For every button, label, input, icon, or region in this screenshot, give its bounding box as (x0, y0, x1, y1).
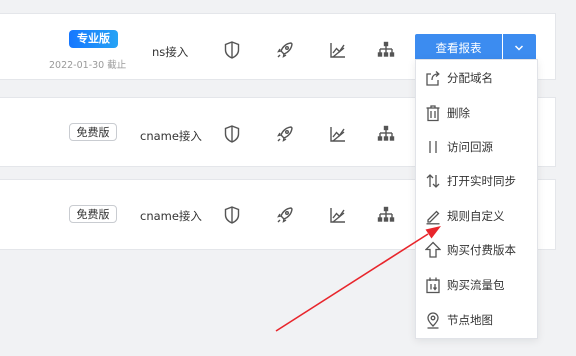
rocket-icon[interactable] (275, 40, 295, 60)
line-chart-icon[interactable] (328, 205, 348, 225)
menu-item-buy-traffic-package[interactable]: 购买流量包 (416, 268, 537, 302)
rocket-icon[interactable] (275, 124, 295, 144)
package-icon (425, 276, 441, 294)
more-actions-dropdown-toggle[interactable] (503, 34, 536, 62)
view-report-button[interactable]: 查看报表 (415, 34, 502, 62)
expire-date: 2022-01-30 截止 (49, 60, 127, 71)
menu-item-origin-access[interactable]: 访问回源 (416, 130, 537, 164)
edition-badge-pro: 专业版 (69, 30, 118, 48)
upgrade-arrow-icon (425, 241, 441, 259)
shield-icon[interactable] (222, 40, 242, 60)
sitemap-icon[interactable] (376, 205, 396, 225)
rocket-icon[interactable] (275, 205, 295, 225)
pause-icon (425, 138, 441, 156)
menu-item-custom-rules[interactable]: 规则自定义 (416, 199, 537, 233)
line-chart-icon[interactable] (328, 40, 348, 60)
sitemap-icon[interactable] (376, 40, 396, 60)
line-chart-icon[interactable] (328, 124, 348, 144)
sitemap-icon[interactable] (376, 124, 396, 144)
chevron-down-icon (514, 45, 524, 51)
menu-item-realtime-sync[interactable]: 打开实时同步 (416, 164, 537, 198)
menu-item-buy-paid-plan[interactable]: 购买付费版本 (416, 233, 537, 267)
menu-item-delete[interactable]: 删除 (416, 96, 537, 130)
sync-arrows-icon (425, 172, 441, 190)
menu-item-assign-domain[interactable]: 分配域名 (416, 61, 537, 95)
shield-icon[interactable] (222, 205, 242, 225)
shield-icon[interactable] (222, 124, 242, 144)
share-icon (425, 69, 441, 87)
trash-icon (425, 104, 441, 122)
access-type: cname接入 (140, 209, 202, 223)
access-type: cname接入 (140, 129, 202, 143)
access-type: ns接入 (152, 45, 189, 59)
menu-item-node-map[interactable]: 节点地图 (416, 303, 537, 337)
edition-badge-free: 免费版 (69, 205, 117, 223)
location-pin-icon (425, 311, 441, 329)
edition-badge-free: 免费版 (69, 123, 117, 141)
pencil-icon (425, 207, 441, 225)
more-actions-menu: 分配域名 删除 访问回源 打开实时同步 规则自定义 购买付费版本 购买流量包 节… (415, 59, 538, 339)
